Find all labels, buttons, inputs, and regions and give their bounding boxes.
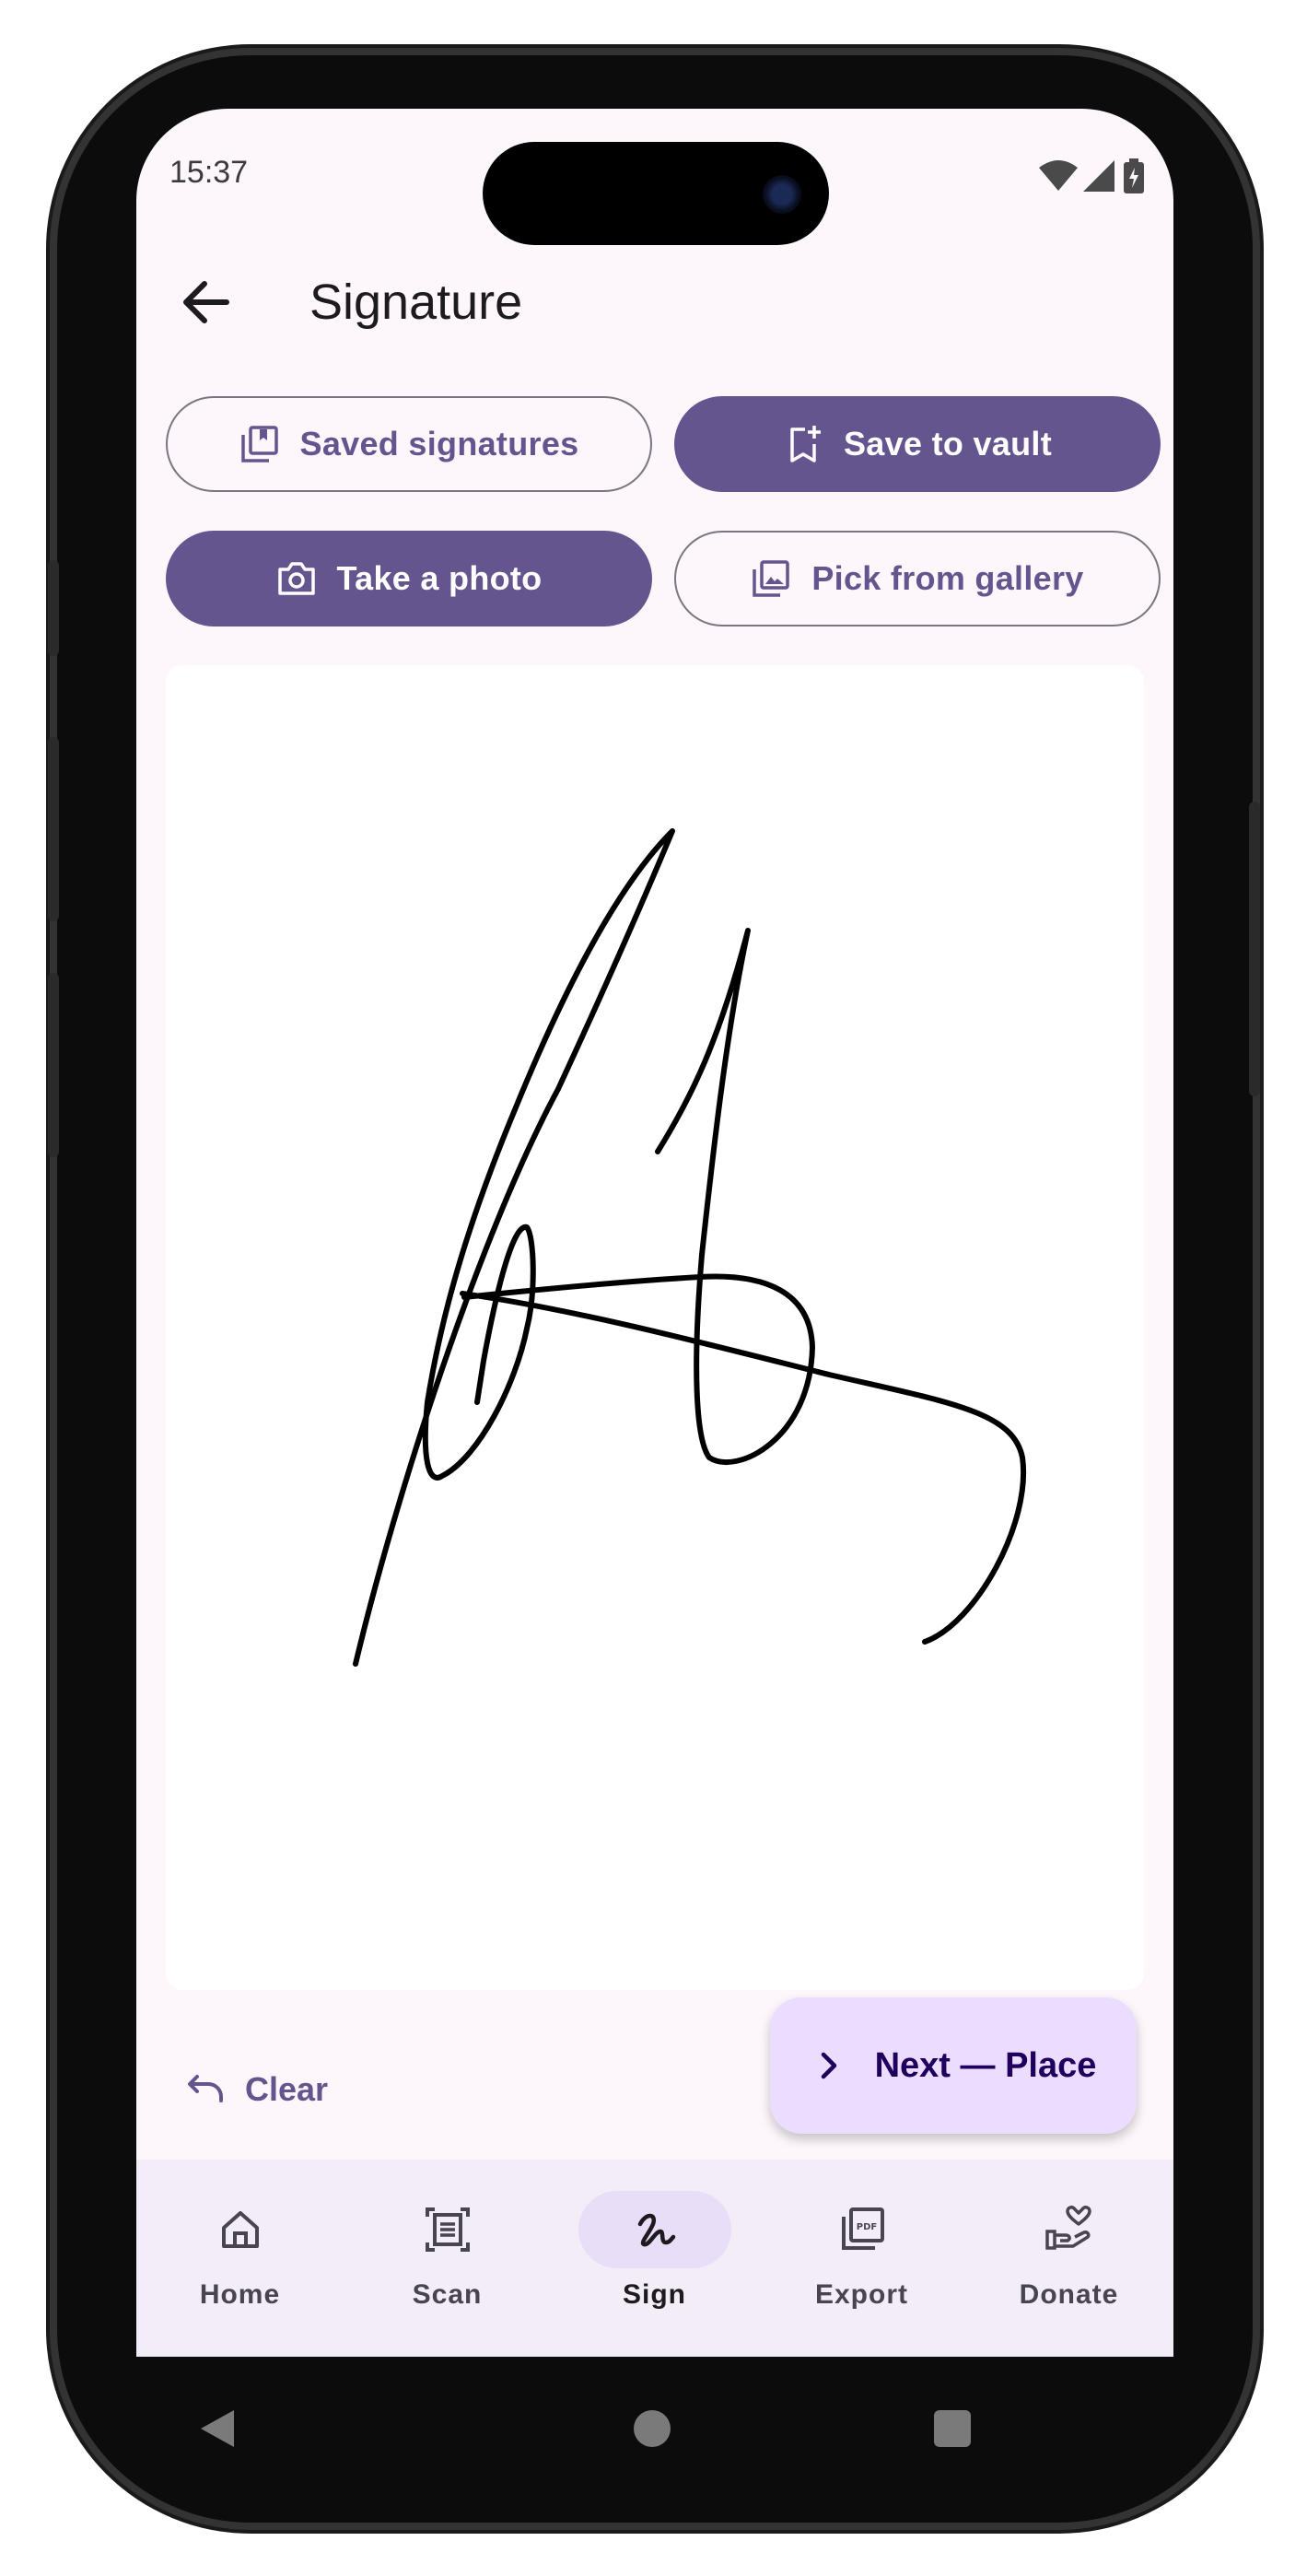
- nav-icon-container: [371, 2191, 524, 2268]
- next-place-button[interactable]: Next — Place: [770, 1997, 1137, 2134]
- nav-icon-container: PDF: [786, 2191, 939, 2268]
- nav-icon-container: [164, 2191, 317, 2268]
- signature-icon: [637, 2213, 675, 2247]
- nav-item-donate[interactable]: Donate: [965, 2160, 1173, 2357]
- system-home-button[interactable]: [634, 2410, 671, 2447]
- next-place-label: Next — Place: [874, 2045, 1097, 2085]
- bookmark-add-icon: [790, 426, 821, 463]
- clear-label: Clear: [245, 2070, 329, 2108]
- wifi-icon: [1039, 160, 1078, 191]
- signature-canvas[interactable]: [166, 665, 1144, 1990]
- dynamic-island: [483, 142, 829, 245]
- save-to-vault-label: Save to vault: [844, 425, 1052, 463]
- undo-icon: [188, 2075, 223, 2102]
- side-button-volume-up: [48, 737, 59, 921]
- nav-icon-container: [993, 2191, 1146, 2268]
- pdf-icon: PDF: [841, 2207, 884, 2250]
- nav-item-home[interactable]: Home: [136, 2160, 344, 2357]
- take-photo-label: Take a photo: [336, 559, 543, 597]
- system-recents-button[interactable]: [934, 2410, 971, 2447]
- pick-from-gallery-button[interactable]: Pick from gallery: [674, 531, 1161, 626]
- side-button-power: [1249, 802, 1260, 1096]
- nav-item-export[interactable]: PDF Export: [758, 2160, 965, 2357]
- page-title: Signature: [309, 275, 523, 330]
- nav-label: Donate: [1019, 2279, 1119, 2310]
- battery-icon: [1124, 158, 1144, 193]
- side-button-volume-down: [48, 973, 59, 1157]
- nav-item-sign[interactable]: Sign: [551, 2160, 758, 2357]
- saved-signatures-label: Saved signatures: [299, 425, 579, 463]
- gallery-icon: [753, 560, 790, 597]
- nav-label: Export: [814, 2279, 908, 2310]
- system-back-icon[interactable]: [199, 2408, 236, 2449]
- nav-label: Home: [199, 2279, 281, 2310]
- saved-signatures-button[interactable]: Saved signatures: [166, 396, 652, 492]
- nav-label: Sign: [623, 2279, 686, 2310]
- chevron-right-icon: [821, 2052, 836, 2079]
- pick-from-gallery-label: Pick from gallery: [811, 559, 1084, 597]
- nav-item-scan[interactable]: Scan: [344, 2160, 551, 2357]
- arrow-left-icon: [183, 281, 229, 323]
- clear-button[interactable]: Clear: [184, 2043, 328, 2136]
- screen: 15:37 Signature Saved signatures Save to…: [136, 109, 1173, 2357]
- home-icon: [221, 2211, 259, 2248]
- nav-active-indicator: [578, 2191, 731, 2268]
- camera-icon: [277, 562, 315, 595]
- save-to-vault-button[interactable]: Save to vault: [674, 396, 1161, 492]
- donate-hand-heart-icon: [1044, 2206, 1091, 2250]
- status-time: 15:37: [169, 155, 249, 190]
- cell-signal-icon: [1083, 160, 1114, 192]
- camera-lens: [763, 175, 801, 214]
- document-scanner-icon: [425, 2207, 470, 2252]
- back-button[interactable]: [162, 258, 251, 346]
- signature-stroke: [353, 828, 1027, 1667]
- status-icons: [1039, 158, 1149, 195]
- side-button-action: [48, 560, 59, 656]
- nav-label: Scan: [412, 2279, 483, 2310]
- bottom-navigation: Home Scan Sign PDF Export Donate: [136, 2160, 1173, 2357]
- svg-text:PDF: PDF: [856, 2222, 876, 2232]
- library-icon: [240, 426, 278, 463]
- take-photo-button[interactable]: Take a photo: [166, 531, 652, 626]
